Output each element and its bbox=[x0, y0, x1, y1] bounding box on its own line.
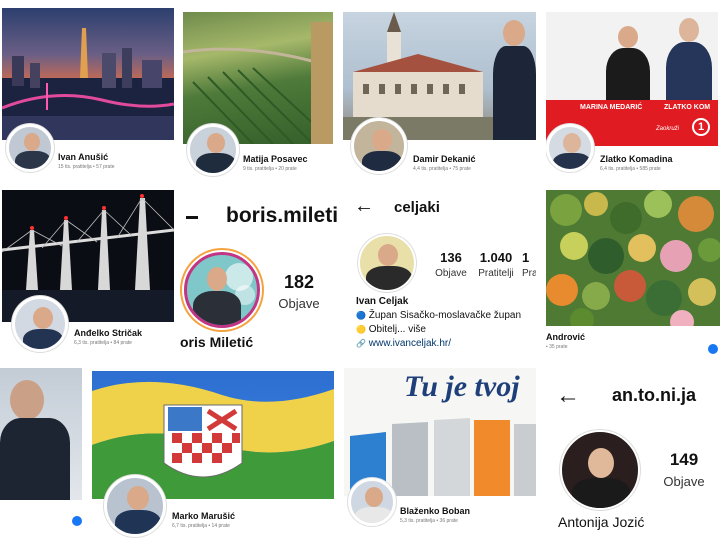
cover-photo-campaign-slogan: Tu je tvoj bbox=[344, 368, 536, 496]
profile-tile-cropped-left[interactable] bbox=[0, 368, 82, 538]
cover-person bbox=[493, 12, 536, 140]
stat-followers-count[interactable]: 1.040 bbox=[474, 250, 518, 265]
posts-count: 149 bbox=[669, 450, 699, 469]
bio-line-2[interactable]: 🟡 Obitelj... više bbox=[356, 324, 426, 335]
ballot-number-badge: 1 bbox=[692, 118, 710, 136]
instagram-tile-antonija-jozic[interactable]: ← an.to.ni.ja 149 Objave Antonija Jozić bbox=[546, 368, 720, 544]
avatar[interactable] bbox=[358, 234, 416, 292]
city-bridge-illustration bbox=[2, 28, 174, 140]
stat-following-count[interactable]: 1 bbox=[522, 250, 536, 265]
instagram-handle: boris.mileti bbox=[226, 204, 339, 227]
avatar[interactable] bbox=[348, 478, 396, 526]
cover-photo-city-night bbox=[2, 8, 174, 140]
cover-photo-forest-aerial bbox=[546, 190, 720, 326]
avatar[interactable] bbox=[12, 296, 68, 352]
avatar[interactable] bbox=[546, 124, 594, 172]
profile-followers: 6,4 tis. pratitelja • 585 prate bbox=[600, 166, 661, 172]
profile-followers: 15 tis. pratitelja • 57 prate bbox=[58, 164, 115, 170]
profile-tile-zlatko-komadina[interactable]: MARINA MEDARIĆ ZLATKO KOM Zaokruži 1 Zla… bbox=[546, 12, 718, 180]
banner-candidate-1: MARINA MEDARIĆ bbox=[580, 104, 643, 111]
instagram-tile-boris-miletic[interactable]: boris.mileti 182 Objave oris Miletić bbox=[176, 186, 339, 361]
stat-following-label[interactable]: Pra bbox=[522, 268, 536, 279]
instagram-handle: celjaki bbox=[394, 199, 440, 216]
instagram-handle: an.to.ni.ja bbox=[612, 385, 697, 405]
avatar[interactable] bbox=[6, 124, 54, 172]
profile-name[interactable]: Blaženko Boban bbox=[400, 506, 470, 516]
profile-followers: 6,3 tis. pratitelja • 84 prate bbox=[74, 340, 132, 346]
profile-name: oris Miletić bbox=[180, 334, 254, 350]
profile-tile-ivan-anusic[interactable]: Ivan Anušić 15 tis. pratitelja • 57 prat… bbox=[2, 8, 174, 180]
banner-tagline: Zaokruži bbox=[656, 126, 680, 132]
avatar[interactable] bbox=[187, 124, 239, 176]
profile-tile-matija-posavec[interactable]: Matija Posavec 9 tis. pratitelja • 20 pr… bbox=[183, 12, 333, 180]
avatar[interactable] bbox=[104, 475, 166, 537]
profile-tile-blazenko-boban[interactable]: Tu je tvoj Blaženko Boban 5,3 tis. prati… bbox=[344, 368, 536, 538]
back-arrow-icon[interactable]: ← bbox=[354, 196, 374, 216]
posts-label: Objave bbox=[663, 474, 705, 489]
profile-name[interactable]: Matija Posavec bbox=[243, 154, 308, 164]
profile-followers: 4,4 tis. pratitelja • 75 prate bbox=[413, 166, 471, 172]
profile-followers: 5,3 tis. pratitelja • 36 prate bbox=[400, 518, 458, 524]
cover-photo-portrait bbox=[0, 368, 82, 500]
avatar[interactable] bbox=[351, 118, 407, 174]
profile-name: Antonija Jozić bbox=[558, 514, 645, 530]
globe-icon: 🔵 bbox=[356, 311, 366, 320]
stat-posts-count: 136 bbox=[440, 250, 462, 265]
profile-tile-andjelko-stricak[interactable]: Anđelko Stričak 6,3 tis. pratitelja • 84… bbox=[2, 190, 174, 355]
profile-name[interactable]: Zlatko Komadina bbox=[600, 154, 673, 164]
link-icon: 🔗 bbox=[356, 339, 366, 348]
messenger-icon[interactable] bbox=[72, 516, 82, 526]
back-arrow-icon[interactable]: ← bbox=[556, 384, 580, 408]
website-link[interactable]: 🔗 www.ivanceljak.hr/ bbox=[356, 338, 451, 349]
bio-line-1: 🔵 Župan Sisačko-moslavačke župan bbox=[356, 310, 522, 321]
profile-tile-damir-dekanic[interactable]: Damir Dekanić 4,4 tis. pratitelja • 75 p… bbox=[343, 12, 536, 180]
header-dash bbox=[186, 216, 198, 219]
posts-count: 182 bbox=[283, 272, 315, 292]
profile-name[interactable]: Andrović bbox=[546, 332, 585, 342]
profile-tile-marko-marusic[interactable]: Marko Marušić 6,7 tis. pratitelja • 14 p… bbox=[92, 371, 334, 541]
stat-posts-label: Objave bbox=[435, 268, 467, 279]
stat-followers-label[interactable]: Pratitelji bbox=[472, 268, 520, 279]
profile-followers: 6,7 tis. pratitelja • 14 prate bbox=[172, 523, 230, 529]
family-icon: 🟡 bbox=[356, 325, 366, 334]
profile-name[interactable]: Anđelko Stričak bbox=[74, 328, 142, 338]
profile-tile-androvic[interactable]: Andrović • 35 prate bbox=[546, 190, 720, 358]
avatar[interactable] bbox=[184, 252, 260, 328]
avatar[interactable] bbox=[560, 430, 640, 510]
profile-name[interactable]: Ivan Anušić bbox=[58, 152, 108, 162]
profile-followers: 9 tis. pratitelja • 20 prate bbox=[243, 166, 297, 172]
profile-name[interactable]: Damir Dekanić bbox=[413, 154, 476, 164]
banner-candidate-2: ZLATKO KOM bbox=[664, 104, 711, 111]
instagram-tile-celjaki[interactable]: ← celjaki 136 Objave 1.040 Pratitelji 1 … bbox=[346, 186, 536, 361]
profile-name[interactable]: Marko Marušić bbox=[172, 511, 235, 521]
profile-followers: • 35 prate bbox=[546, 344, 568, 350]
profile-name: Ivan Celjak bbox=[356, 296, 409, 307]
messenger-icon[interactable] bbox=[708, 344, 718, 354]
posts-label: Objave bbox=[278, 296, 320, 311]
